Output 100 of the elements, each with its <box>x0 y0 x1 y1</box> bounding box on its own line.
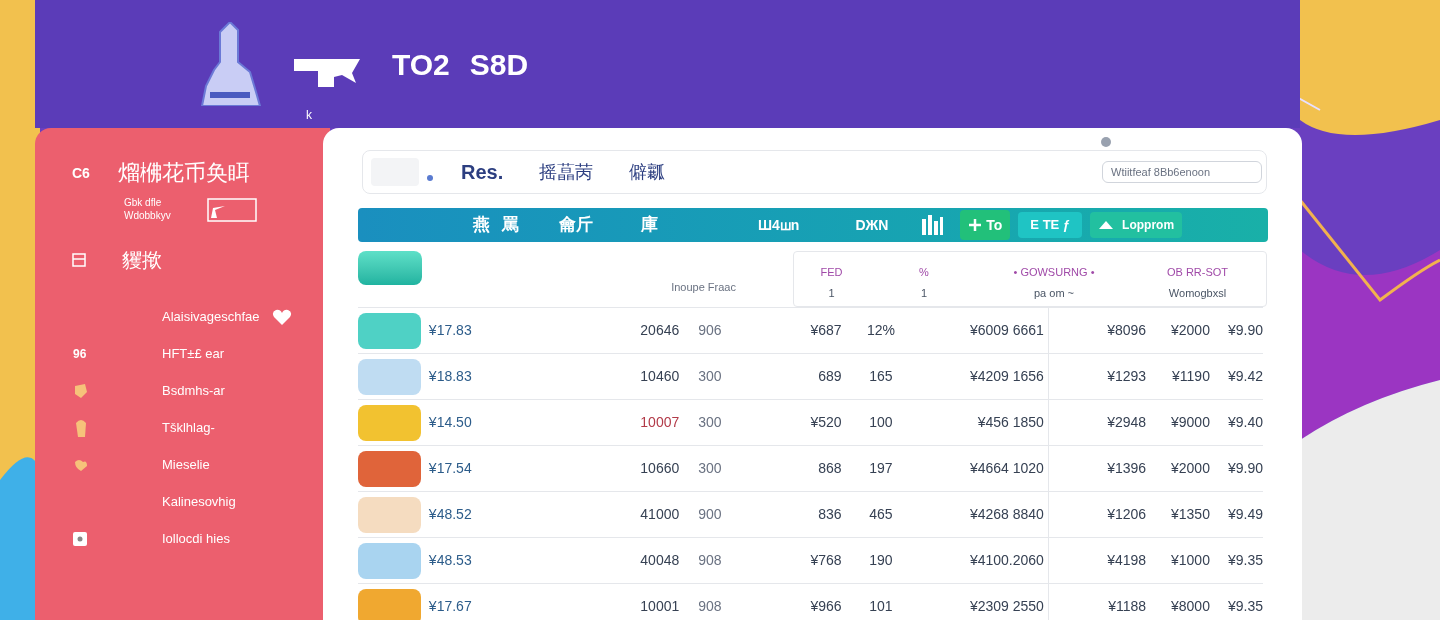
sidebar-item[interactable]: Iollocdi hies <box>158 528 234 549</box>
table-cell-text: 10460 <box>639 367 680 386</box>
sidebar-item[interactable]: Kalinesovhig <box>158 491 240 512</box>
toolbar-button[interactable]: Е ТЕ ƒ <box>1018 212 1083 238</box>
sidebar-code: C6 <box>72 163 90 183</box>
table-cell-text: 100 <box>868 413 894 432</box>
banner-title: S8D <box>469 46 529 83</box>
header-tab[interactable]: 摇蕌苪 <box>539 158 594 186</box>
sidebar-item[interactable]: Mieselie <box>158 454 214 475</box>
column-header: FED <box>820 265 843 280</box>
table-cell-text: ¥456 1850 <box>976 413 1045 432</box>
heart-icon <box>271 307 292 326</box>
banner-mark: k <box>306 107 312 123</box>
table-cell: ¥2948 <box>1047 400 1147 445</box>
add-button[interactable]: To <box>960 210 1011 240</box>
plus-icon <box>968 218 983 232</box>
table-cell-text: ¥2309 2550 <box>968 597 1045 616</box>
table-cell-text: ¥2000 <box>1170 321 1210 340</box>
table-cell-text: ¥9.35 <box>1226 551 1263 570</box>
toolbar-label[interactable]: Ш4ꟺn <box>758 215 800 235</box>
table-cell-text: 689 <box>817 367 842 386</box>
table-cell-text: 190 <box>868 551 894 570</box>
toolbar-label[interactable]: DЖN <box>855 215 889 235</box>
table-cell-text: ¥17.67 <box>428 597 473 616</box>
table-cell-text: 300 <box>697 459 723 478</box>
table-cell-text: ¥18.83 <box>428 367 473 386</box>
toolbar-label[interactable]: 龠斤 <box>559 212 593 238</box>
toolbar-button[interactable]: Lopprom <box>1090 212 1183 238</box>
building-icon <box>200 22 262 106</box>
table-cell-text: 40048 <box>639 551 680 570</box>
sidebar-item[interactable]: HFT±£ ear <box>158 343 229 364</box>
table-cell-text: 10007 <box>639 413 680 432</box>
table-cell-text: ¥8000 <box>1170 597 1210 616</box>
table-cell-text: ¥1350 <box>1170 505 1210 524</box>
header-tab[interactable]: Res. <box>461 158 504 186</box>
toolbar-label[interactable]: 罵 <box>502 212 519 238</box>
toolbar-label[interactable]: 庫 <box>641 212 658 238</box>
table-cell-text: 465 <box>868 505 894 524</box>
sidebar-title: 熘梻花币奂眲 <box>117 159 250 187</box>
table-cell-text: ¥9.90 <box>1226 321 1263 340</box>
table-cell: ¥8096 <box>1047 308 1147 353</box>
table-cell-text: ¥6009 6661 <box>968 321 1045 340</box>
toolbar-label[interactable]: 燕 <box>473 212 490 238</box>
table-cell-text: 10660 <box>639 459 680 478</box>
table-cell-text: ¥520 <box>809 413 842 432</box>
table-cell-text: ¥4268 8840 <box>968 505 1045 524</box>
table-cell-text: ¥14.50 <box>428 413 473 432</box>
table-cell-text: 908 <box>697 597 723 616</box>
app-thumbnail <box>358 251 422 285</box>
column-header: OB RR-SOT <box>1166 265 1229 280</box>
sidebar-item[interactable]: Bsdmhs-ar <box>158 380 229 401</box>
table-cell-text: 908 <box>697 551 723 570</box>
column-header: pa om ~ <box>1033 285 1075 301</box>
sidebar-subtitle: Gbk dfle <box>124 197 163 210</box>
table-cell-text: 197 <box>868 459 894 478</box>
column-header: 1 <box>828 285 835 301</box>
search-field[interactable]: Wtiitfeaf 8Bb6enoon <box>1102 161 1262 183</box>
table-cell-text: 300 <box>697 413 723 432</box>
table-cell: ¥1396 <box>1047 446 1147 491</box>
table-cell-text: ¥4209 1656 <box>968 367 1045 386</box>
column-header: Inoupe Fraac <box>670 279 736 295</box>
table-cell-text: ¥9.42 <box>1226 367 1263 386</box>
table-cell-text: 906 <box>697 321 723 340</box>
header-tab[interactable]: 僻瓤 <box>629 158 666 186</box>
column-header: • GOWSURNG • <box>1013 265 1095 280</box>
table-cell-text: 101 <box>868 597 894 616</box>
table-cell-text: 900 <box>697 505 723 524</box>
table-cell-text: ¥1000 <box>1170 551 1210 570</box>
sidebar-item[interactable]: Alaisivageschfae <box>158 306 264 327</box>
table-cell-text: 868 <box>817 459 842 478</box>
sidebar-subtitle: Wdobbkyv <box>124 209 171 222</box>
column-header: % <box>919 265 929 280</box>
table-cell-text: ¥768 <box>809 551 842 570</box>
table-cell-text: ¥687 <box>809 321 842 340</box>
table-cell-text: 165 <box>868 367 894 386</box>
table-cell-text: ¥48.52 <box>428 505 473 524</box>
table-cell-text: ¥9.90 <box>1226 459 1263 478</box>
table-cell: ¥1293 <box>1047 354 1147 399</box>
table-cell-text: ¥9.35 <box>1226 597 1263 616</box>
table-cell-text: ¥4664 1020 <box>968 459 1045 478</box>
card-icon <box>206 197 257 222</box>
table-cell-text: 836 <box>817 505 842 524</box>
table-cell-text: ¥17.54 <box>428 459 473 478</box>
table-cell-text: 12% <box>865 321 896 340</box>
table-cell-text: 10001 <box>639 597 680 616</box>
table-cell-text: ¥9.40 <box>1226 413 1263 432</box>
table-cell-text: ¥9000 <box>1170 413 1210 432</box>
table-cell-text: ¥2000 <box>1170 459 1210 478</box>
table-cell-text: ¥1190 <box>1171 367 1210 386</box>
table-cell: ¥4198 <box>1047 538 1147 583</box>
table-cell-text: 300 <box>697 367 723 386</box>
sidebar-section: 貜揿 <box>122 246 162 274</box>
table-cell-text: ¥17.83 <box>428 321 473 340</box>
sidebar-item[interactable]: Tšklhlag- <box>158 417 219 438</box>
table-cell: ¥1188 <box>1047 584 1147 620</box>
sidebar-count: 96 <box>73 345 87 362</box>
table-cell-text: ¥48.53 <box>428 551 473 570</box>
table-cell-text: ¥4100.2060 <box>968 551 1045 570</box>
table-cell: ¥1206 <box>1047 492 1147 537</box>
table-cell-text: ¥966 <box>809 597 842 616</box>
